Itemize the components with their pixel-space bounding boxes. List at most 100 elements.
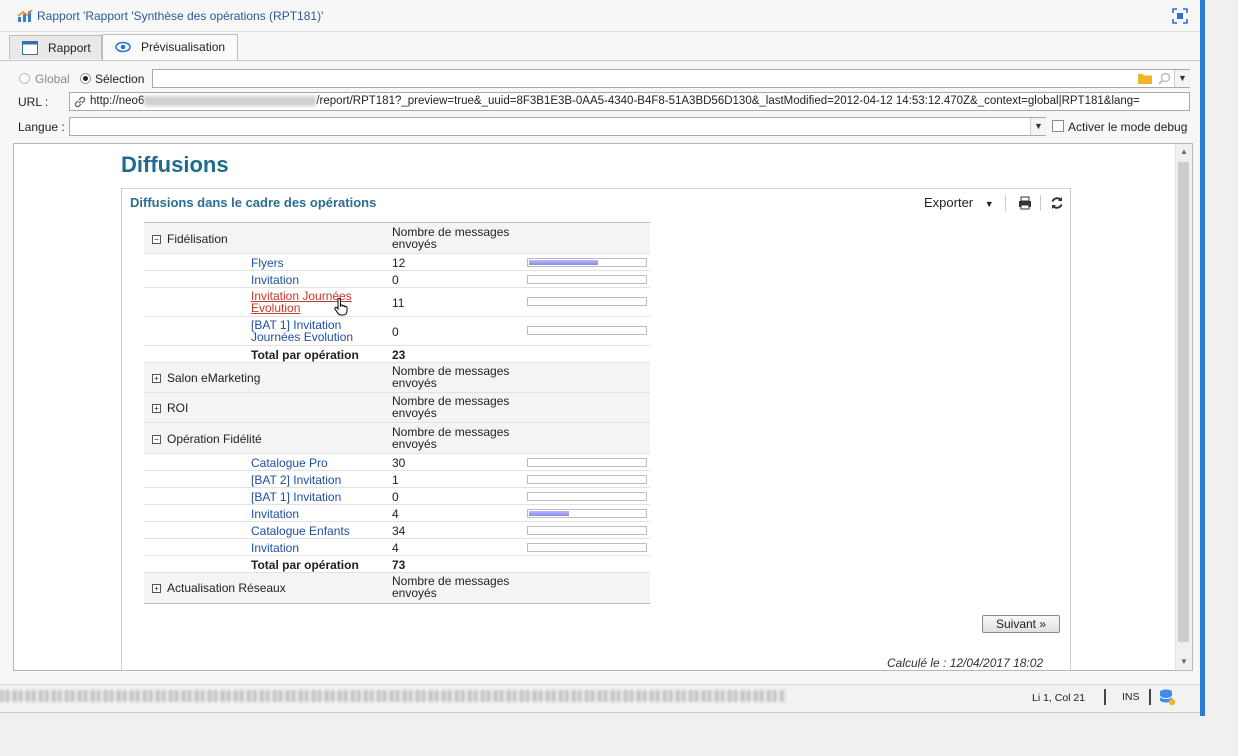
value-bar [527, 543, 647, 552]
insert-mode: INS [1122, 691, 1140, 703]
debug-checkbox[interactable] [1052, 120, 1064, 132]
value-bar-fill [529, 511, 569, 516]
total-value: 73 [392, 558, 406, 572]
row-link[interactable]: [BAT 1] Invitation [251, 490, 341, 504]
table-row: Flyers 12 [144, 253, 650, 271]
expand-icon[interactable]: + [152, 404, 161, 413]
print-icon[interactable] [1018, 196, 1032, 210]
value-bar [527, 275, 647, 284]
value-bar [527, 509, 647, 518]
row-link[interactable]: Flyers [251, 256, 284, 270]
table-row: Invitation 4 [144, 538, 650, 556]
url-redacted [144, 95, 317, 106]
chevron-down-icon[interactable]: ▼ [1174, 70, 1190, 87]
row-value: 11 [392, 296, 405, 310]
row-value: 0 [392, 273, 399, 287]
table-row: Invitation 0 [144, 270, 650, 288]
url-field[interactable]: http://neo6/report/RPT181?_preview=true&… [69, 92, 1190, 111]
next-button[interactable]: Suivant » [982, 615, 1060, 633]
row-link[interactable]: [BAT 1] Invitation Journées Evolution [251, 319, 353, 343]
folder-icon[interactable] [1138, 72, 1152, 84]
computed-date: Calculé le : 12/04/2017 18:02 [887, 656, 1044, 670]
tab-previsualisation-label: Prévisualisation [141, 40, 226, 54]
debug-label: Activer le mode debug [1068, 120, 1188, 134]
group-name: Actualisation Réseaux [167, 581, 286, 595]
tab-previsualisation[interactable]: Prévisualisation [102, 34, 238, 60]
tab-rapport[interactable]: Rapport [9, 35, 102, 59]
row-value: 1 [392, 473, 399, 487]
langue-select[interactable]: ▼ [69, 117, 1046, 136]
global-radio[interactable] [19, 73, 30, 84]
group-row-actualisation-reseaux[interactable]: + Actualisation Réseaux Nombre de messag… [144, 572, 650, 604]
search-icon[interactable] [1158, 72, 1171, 85]
url-prefix: http://neo6 [90, 95, 145, 107]
table-row: Invitation Journées Evolution 11 [144, 287, 650, 317]
window-title: Rapport 'Rapport 'Synthèse des opération… [37, 9, 324, 23]
tab-bar: Rapport Prévisualisation [0, 33, 1200, 61]
scroll-thumb[interactable] [1178, 162, 1189, 642]
eye-icon [115, 41, 131, 53]
group-row-salon-emarketing[interactable]: + Salon eMarketing Nombre de messages env… [144, 362, 650, 393]
row-link[interactable]: Catalogue Enfants [251, 524, 350, 538]
group-col-label: Nombre de messages envoyés [392, 225, 510, 251]
link-icon [74, 96, 86, 108]
collapse-icon[interactable]: − [152, 435, 161, 444]
hand-cursor-icon [334, 298, 348, 316]
row-link[interactable]: Catalogue Pro [251, 456, 328, 470]
status-bar: Li 1, Col 21 INS [0, 684, 1200, 711]
row-link[interactable]: Invitation [251, 273, 299, 287]
table-row: Invitation 4 [144, 504, 650, 522]
row-link[interactable]: Invitation [251, 507, 299, 521]
chevron-down-icon[interactable]: ▼ [1030, 118, 1046, 135]
row-value: 4 [392, 507, 399, 521]
export-label: Exporter [924, 195, 974, 210]
value-bar [527, 326, 647, 335]
group-col-label: Nombre de messages envoyés [392, 574, 510, 600]
scroll-down-icon[interactable]: ▼ [1176, 654, 1192, 670]
selection-field[interactable]: ▼ [152, 69, 1190, 88]
export-button[interactable]: Exporter ▼ [924, 195, 994, 210]
group-col-label: Nombre de messages envoyés [392, 364, 510, 390]
row-link[interactable]: [BAT 2] Invitation [251, 473, 341, 487]
panel-title: Diffusions dans le cadre des opérations [130, 195, 377, 210]
form-window-icon [22, 41, 38, 55]
cursor-position: Li 1, Col 21 [1032, 692, 1086, 704]
collapse-icon[interactable]: − [152, 235, 161, 244]
report-preview: Diffusions Diffusions dans le cadre des … [13, 143, 1193, 671]
scroll-up-icon[interactable]: ▲ [1176, 144, 1192, 160]
toolbar-divider [1005, 195, 1006, 211]
report-panel: Diffusions dans le cadre des opérations … [121, 188, 1071, 670]
group-name: Salon eMarketing [167, 371, 261, 385]
group-name: Fidélisation [167, 232, 228, 246]
group-row-fidelisation[interactable]: − Fidélisation Nombre de messages envoyés [144, 222, 650, 254]
langue-row: Langue : ▼ Activer le mode debug [0, 117, 1200, 137]
group-col-label: Nombre de messages envoyés [392, 425, 510, 451]
row-value: 34 [392, 524, 406, 538]
group-row-operation-fidelite[interactable]: − Opération Fidélité Nombre de messages e… [144, 422, 650, 454]
value-bar-fill [529, 260, 598, 265]
global-label: Global [35, 72, 70, 86]
value-bar [527, 458, 647, 467]
maximize-icon[interactable] [1172, 8, 1188, 24]
refresh-icon[interactable] [1050, 196, 1064, 210]
expand-icon[interactable]: + [152, 374, 161, 383]
total-row: Total par opération 73 [144, 555, 650, 573]
selection-radio[interactable] [80, 73, 91, 84]
group-col-label: Nombre de messages envoyés [392, 394, 510, 420]
group-name: Opération Fidélité [167, 432, 262, 446]
url-text: http://neo6/report/RPT181?_preview=true&… [90, 93, 1140, 110]
value-bar [527, 258, 647, 267]
database-icon[interactable] [1158, 688, 1176, 706]
table-row: [BAT 2] Invitation 1 [144, 470, 650, 488]
report-chart-icon [17, 9, 33, 22]
group-row-roi[interactable]: + ROI Nombre de messages envoyés [144, 392, 650, 423]
report-heading: Diffusions [121, 152, 229, 177]
title-bar: Rapport 'Rapport 'Synthèse des opération… [0, 0, 1200, 32]
total-label: Total par opération [251, 558, 359, 572]
scope-row: Global Sélection ▼ [0, 69, 1200, 89]
vertical-scrollbar[interactable]: ▲ ▼ [1175, 144, 1192, 670]
table-row: Catalogue Enfants 34 [144, 521, 650, 539]
expand-icon[interactable]: + [152, 584, 161, 593]
total-value: 23 [392, 348, 406, 362]
row-link[interactable]: Invitation [251, 541, 299, 555]
